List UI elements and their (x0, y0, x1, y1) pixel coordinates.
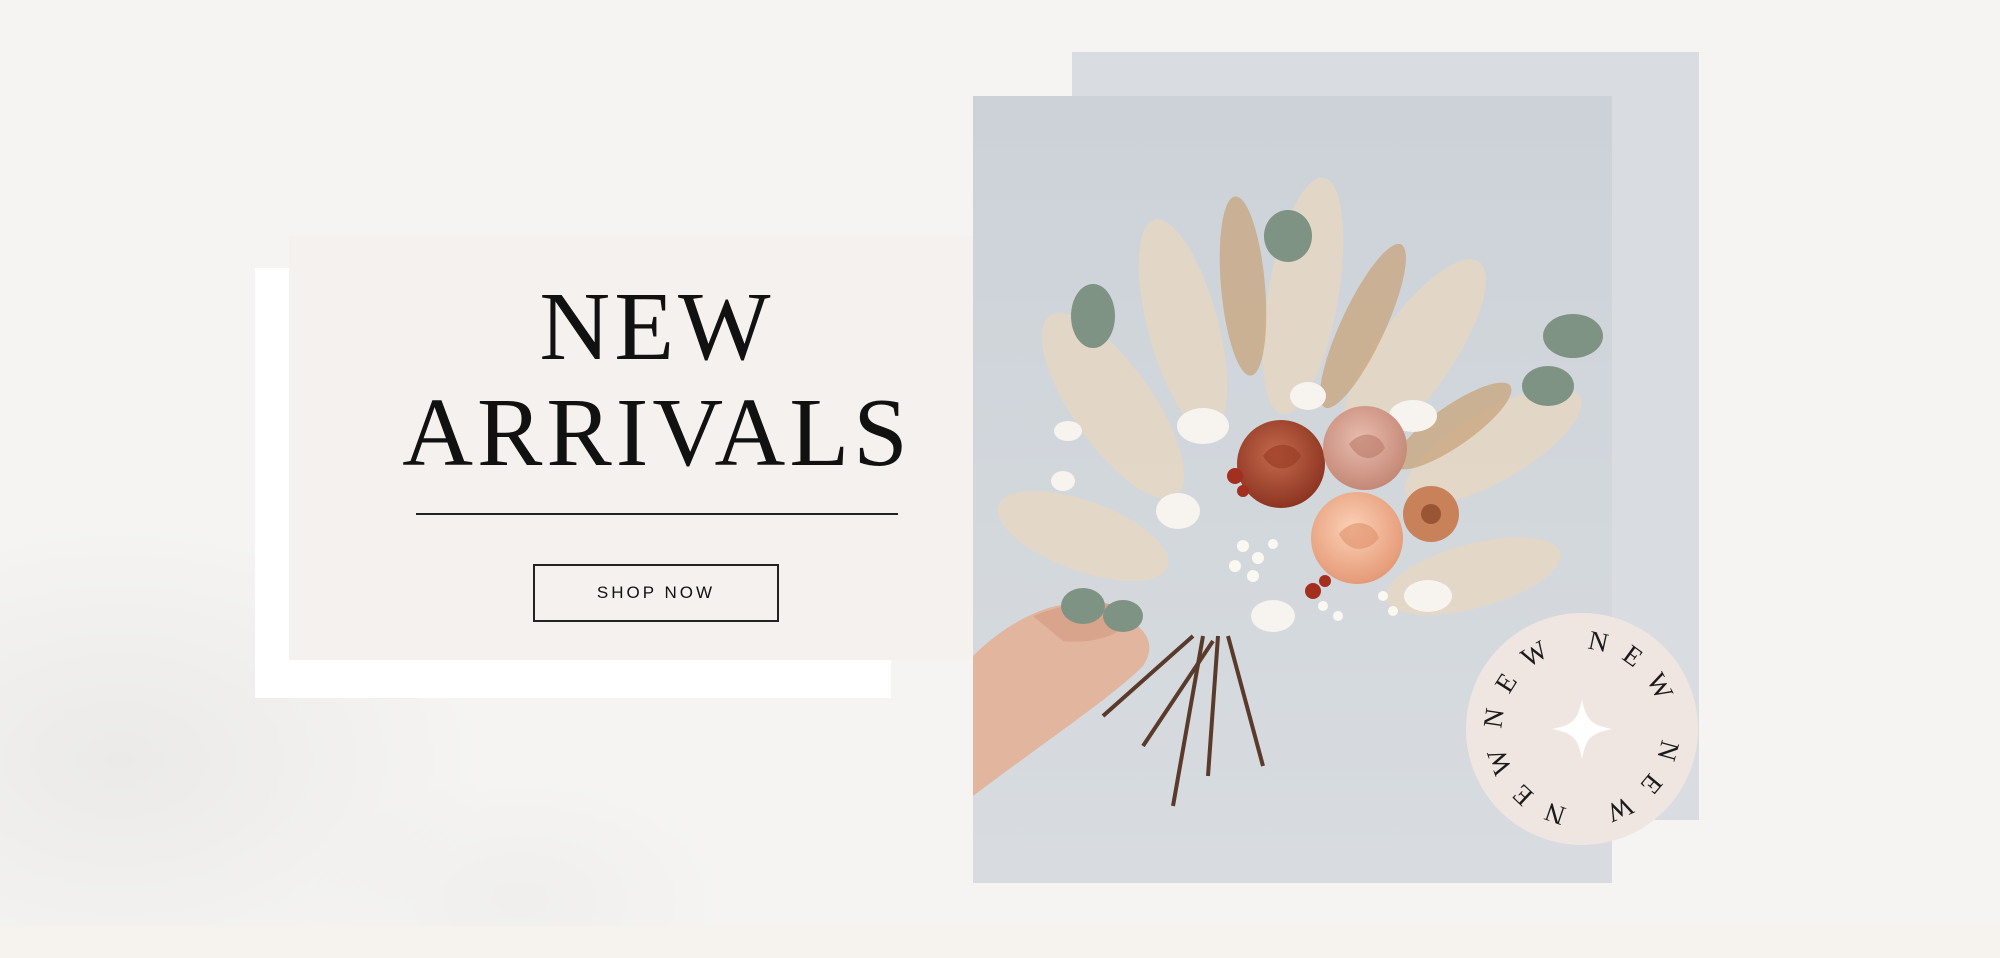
headline-divider (416, 513, 898, 515)
new-badge: NEW NEW NEW NEW (1465, 612, 1699, 846)
badge-circle: NEW NEW NEW NEW (1466, 613, 1698, 845)
headline-line-2: ARRIVALS (402, 379, 912, 487)
shop-now-button[interactable]: SHOP NOW (533, 564, 779, 622)
hero-headline: NEW ARRIVALS (289, 274, 1025, 486)
headline-line-1: NEW (539, 273, 775, 381)
bottom-strip (0, 926, 2000, 958)
hero-text-card: NEW ARRIVALS SHOP NOW (289, 236, 1025, 660)
